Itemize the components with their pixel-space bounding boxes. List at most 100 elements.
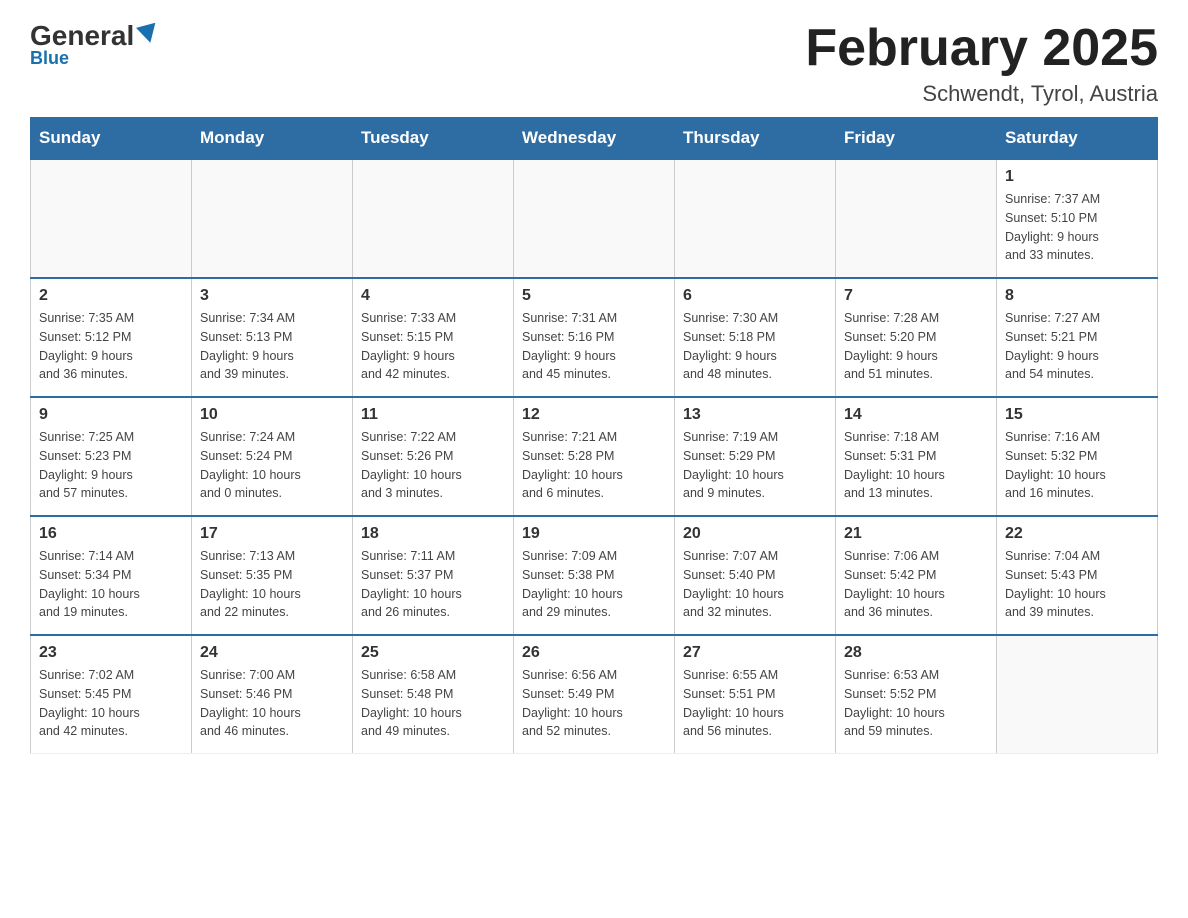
- day-number: 25: [361, 644, 505, 662]
- day-info: Sunrise: 6:53 AM Sunset: 5:52 PM Dayligh…: [844, 666, 988, 741]
- day-info: Sunrise: 7:07 AM Sunset: 5:40 PM Dayligh…: [683, 547, 827, 622]
- calendar-cell: [353, 159, 514, 278]
- day-info: Sunrise: 7:13 AM Sunset: 5:35 PM Dayligh…: [200, 547, 344, 622]
- day-info: Sunrise: 7:24 AM Sunset: 5:24 PM Dayligh…: [200, 428, 344, 503]
- weekday-header-wednesday: Wednesday: [514, 118, 675, 160]
- calendar-cell: 17 Sunrise: 7:13 AM Sunset: 5:35 PM Dayli…: [192, 516, 353, 635]
- day-number: 13: [683, 406, 827, 424]
- calendar-cell: [192, 159, 353, 278]
- calendar-cell: 19 Sunrise: 7:09 AM Sunset: 5:38 PM Dayli…: [514, 516, 675, 635]
- day-number: 2: [39, 287, 183, 305]
- day-info: Sunrise: 7:22 AM Sunset: 5:26 PM Dayligh…: [361, 428, 505, 503]
- calendar-cell: 24Sunrise: 7:00 AM Sunset: 5:46 PM Dayli…: [192, 635, 353, 754]
- day-info: Sunrise: 7:19 AM Sunset: 5:29 PM Dayligh…: [683, 428, 827, 503]
- day-number: 17: [200, 525, 344, 543]
- day-number: 15: [1005, 406, 1149, 424]
- calendar-cell: 25 Sunrise: 6:58 AM Sunset: 5:48 PM Dayli…: [353, 635, 514, 754]
- calendar-cell: 10 Sunrise: 7:24 AM Sunset: 5:24 PM Dayli…: [192, 397, 353, 516]
- weekday-header-tuesday: Tuesday: [353, 118, 514, 160]
- day-info: Sunrise: 7:14 AM Sunset: 5:34 PM Dayligh…: [39, 547, 183, 622]
- day-info: Sunrise: 7:25 AM Sunset: 5:23 PM Dayligh…: [39, 428, 183, 503]
- calendar-week-row: 16 Sunrise: 7:14 AM Sunset: 5:34 PM Dayli…: [31, 516, 1158, 635]
- title-section: February 2025 Schwendt, Tyrol, Austria: [805, 20, 1158, 107]
- day-info: Sunrise: 6:55 AM Sunset: 5:51 PM Dayligh…: [683, 666, 827, 741]
- calendar-cell: 15 Sunrise: 7:16 AM Sunset: 5:32 PM Dayli…: [997, 397, 1158, 516]
- calendar-cell: [31, 159, 192, 278]
- day-number: 16: [39, 525, 183, 543]
- calendar-cell: 20 Sunrise: 7:07 AM Sunset: 5:40 PM Dayli…: [675, 516, 836, 635]
- day-number: 5: [522, 287, 666, 305]
- day-number: 20: [683, 525, 827, 543]
- calendar-cell: 1 Sunrise: 7:37 AM Sunset: 5:10 PM Daylig…: [997, 159, 1158, 278]
- day-info: Sunrise: 7:09 AM Sunset: 5:38 PM Dayligh…: [522, 547, 666, 622]
- day-info: Sunrise: 7:18 AM Sunset: 5:31 PM Dayligh…: [844, 428, 988, 503]
- weekday-header-row: SundayMondayTuesdayWednesdayThursdayFrid…: [31, 118, 1158, 160]
- day-info: Sunrise: 7:35 AM Sunset: 5:12 PM Dayligh…: [39, 309, 183, 384]
- logo-blue-text: Blue: [30, 48, 69, 69]
- day-info: Sunrise: 7:16 AM Sunset: 5:32 PM Dayligh…: [1005, 428, 1149, 503]
- day-info: Sunrise: 6:58 AM Sunset: 5:48 PM Dayligh…: [361, 666, 505, 741]
- calendar-cell: 14 Sunrise: 7:18 AM Sunset: 5:31 PM Dayli…: [836, 397, 997, 516]
- day-info: Sunrise: 7:37 AM Sunset: 5:10 PM Dayligh…: [1005, 190, 1149, 265]
- weekday-header-friday: Friday: [836, 118, 997, 160]
- weekday-header-sunday: Sunday: [31, 118, 192, 160]
- calendar-week-row: 23 Sunrise: 7:02 AM Sunset: 5:45 PM Dayli…: [31, 635, 1158, 754]
- day-number: 3: [200, 287, 344, 305]
- calendar-cell: [997, 635, 1158, 754]
- calendar-cell: 12Sunrise: 7:21 AM Sunset: 5:28 PM Dayli…: [514, 397, 675, 516]
- day-info: Sunrise: 7:02 AM Sunset: 5:45 PM Dayligh…: [39, 666, 183, 741]
- calendar-cell: 5 Sunrise: 7:31 AM Sunset: 5:16 PM Daylig…: [514, 278, 675, 397]
- calendar-cell: 11 Sunrise: 7:22 AM Sunset: 5:26 PM Dayli…: [353, 397, 514, 516]
- day-number: 27: [683, 644, 827, 662]
- day-info: Sunrise: 7:21 AM Sunset: 5:28 PM Dayligh…: [522, 428, 666, 503]
- calendar-cell: 21Sunrise: 7:06 AM Sunset: 5:42 PM Dayli…: [836, 516, 997, 635]
- day-number: 26: [522, 644, 666, 662]
- day-number: 7: [844, 287, 988, 305]
- day-number: 8: [1005, 287, 1149, 305]
- calendar-week-row: 1 Sunrise: 7:37 AM Sunset: 5:10 PM Daylig…: [31, 159, 1158, 278]
- day-number: 10: [200, 406, 344, 424]
- day-info: Sunrise: 7:04 AM Sunset: 5:43 PM Dayligh…: [1005, 547, 1149, 622]
- day-info: Sunrise: 7:11 AM Sunset: 5:37 PM Dayligh…: [361, 547, 505, 622]
- day-number: 1: [1005, 168, 1149, 186]
- day-info: Sunrise: 7:00 AM Sunset: 5:46 PM Dayligh…: [200, 666, 344, 741]
- calendar-cell: 6 Sunrise: 7:30 AM Sunset: 5:18 PM Daylig…: [675, 278, 836, 397]
- calendar-table: SundayMondayTuesdayWednesdayThursdayFrid…: [30, 117, 1158, 754]
- calendar-week-row: 9 Sunrise: 7:25 AM Sunset: 5:23 PM Daylig…: [31, 397, 1158, 516]
- day-number: 19: [522, 525, 666, 543]
- calendar-cell: 28Sunrise: 6:53 AM Sunset: 5:52 PM Dayli…: [836, 635, 997, 754]
- day-info: Sunrise: 6:56 AM Sunset: 5:49 PM Dayligh…: [522, 666, 666, 741]
- day-info: Sunrise: 7:28 AM Sunset: 5:20 PM Dayligh…: [844, 309, 988, 384]
- calendar-cell: 13 Sunrise: 7:19 AM Sunset: 5:29 PM Dayli…: [675, 397, 836, 516]
- weekday-header-monday: Monday: [192, 118, 353, 160]
- day-number: 23: [39, 644, 183, 662]
- weekday-header-saturday: Saturday: [997, 118, 1158, 160]
- calendar-cell: 18Sunrise: 7:11 AM Sunset: 5:37 PM Dayli…: [353, 516, 514, 635]
- calendar-cell: 26 Sunrise: 6:56 AM Sunset: 5:49 PM Dayli…: [514, 635, 675, 754]
- day-number: 11: [361, 406, 505, 424]
- logo-triangle-icon: [136, 23, 160, 46]
- day-info: Sunrise: 7:34 AM Sunset: 5:13 PM Dayligh…: [200, 309, 344, 384]
- calendar-cell: 16 Sunrise: 7:14 AM Sunset: 5:34 PM Dayli…: [31, 516, 192, 635]
- calendar-cell: 3 Sunrise: 7:34 AM Sunset: 5:13 PM Daylig…: [192, 278, 353, 397]
- logo: General Blue: [30, 20, 158, 69]
- calendar-cell: 4 Sunrise: 7:33 AM Sunset: 5:15 PM Daylig…: [353, 278, 514, 397]
- calendar-cell: 2 Sunrise: 7:35 AM Sunset: 5:12 PM Daylig…: [31, 278, 192, 397]
- day-number: 22: [1005, 525, 1149, 543]
- calendar-cell: [514, 159, 675, 278]
- day-number: 6: [683, 287, 827, 305]
- calendar-cell: 7 Sunrise: 7:28 AM Sunset: 5:20 PM Daylig…: [836, 278, 997, 397]
- calendar-cell: 27 Sunrise: 6:55 AM Sunset: 5:51 PM Dayli…: [675, 635, 836, 754]
- weekday-header-thursday: Thursday: [675, 118, 836, 160]
- location-text: Schwendt, Tyrol, Austria: [805, 81, 1158, 107]
- day-number: 14: [844, 406, 988, 424]
- day-info: Sunrise: 7:30 AM Sunset: 5:18 PM Dayligh…: [683, 309, 827, 384]
- day-info: Sunrise: 7:31 AM Sunset: 5:16 PM Dayligh…: [522, 309, 666, 384]
- calendar-cell: 8Sunrise: 7:27 AM Sunset: 5:21 PM Daylig…: [997, 278, 1158, 397]
- day-number: 4: [361, 287, 505, 305]
- day-number: 9: [39, 406, 183, 424]
- day-info: Sunrise: 7:06 AM Sunset: 5:42 PM Dayligh…: [844, 547, 988, 622]
- day-info: Sunrise: 7:33 AM Sunset: 5:15 PM Dayligh…: [361, 309, 505, 384]
- month-title: February 2025: [805, 20, 1158, 77]
- calendar-cell: [836, 159, 997, 278]
